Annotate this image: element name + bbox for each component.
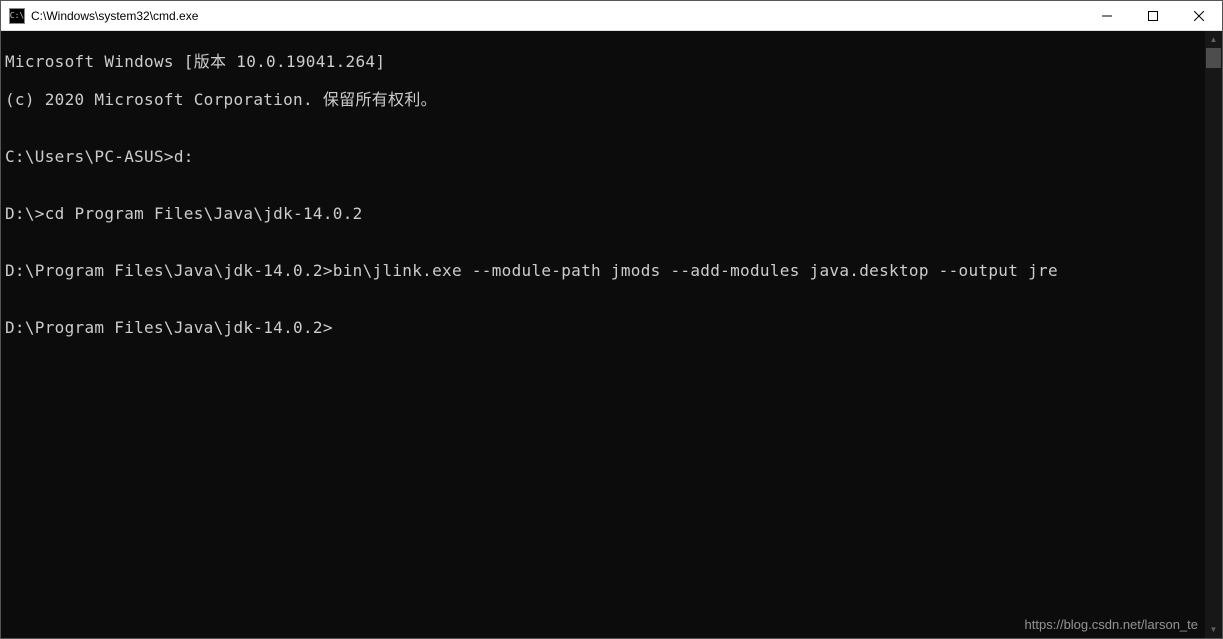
cmd-window: C:\ C:\Windows\system32\cmd.exe Microsof… — [0, 0, 1223, 639]
scrollbar-thumb[interactable] — [1206, 48, 1221, 68]
scroll-down-arrow-icon[interactable]: ▼ — [1205, 621, 1222, 638]
terminal-line: (c) 2020 Microsoft Corporation. 保留所有权利。 — [5, 90, 1201, 109]
vertical-scrollbar[interactable]: ▲ ▼ — [1205, 31, 1222, 638]
scroll-up-arrow-icon[interactable]: ▲ — [1205, 31, 1222, 48]
terminal-area: Microsoft Windows [版本 10.0.19041.264] (c… — [1, 31, 1222, 638]
cmd-icon: C:\ — [9, 8, 25, 24]
minimize-button[interactable] — [1084, 1, 1130, 30]
terminal-line: C:\Users\PC-ASUS>d: — [5, 147, 1201, 166]
terminal-line: D:\>cd Program Files\Java\jdk-14.0.2 — [5, 204, 1201, 223]
titlebar[interactable]: C:\ C:\Windows\system32\cmd.exe — [1, 1, 1222, 31]
close-button[interactable] — [1176, 1, 1222, 30]
terminal-output[interactable]: Microsoft Windows [版本 10.0.19041.264] (c… — [1, 31, 1205, 638]
maximize-button[interactable] — [1130, 1, 1176, 30]
terminal-line: Microsoft Windows [版本 10.0.19041.264] — [5, 52, 1201, 71]
window-controls — [1084, 1, 1222, 30]
terminal-line: D:\Program Files\Java\jdk-14.0.2> — [5, 318, 1201, 337]
terminal-line: D:\Program Files\Java\jdk-14.0.2>bin\jli… — [5, 261, 1201, 280]
window-title: C:\Windows\system32\cmd.exe — [31, 9, 1084, 23]
scrollbar-track[interactable] — [1205, 48, 1222, 621]
